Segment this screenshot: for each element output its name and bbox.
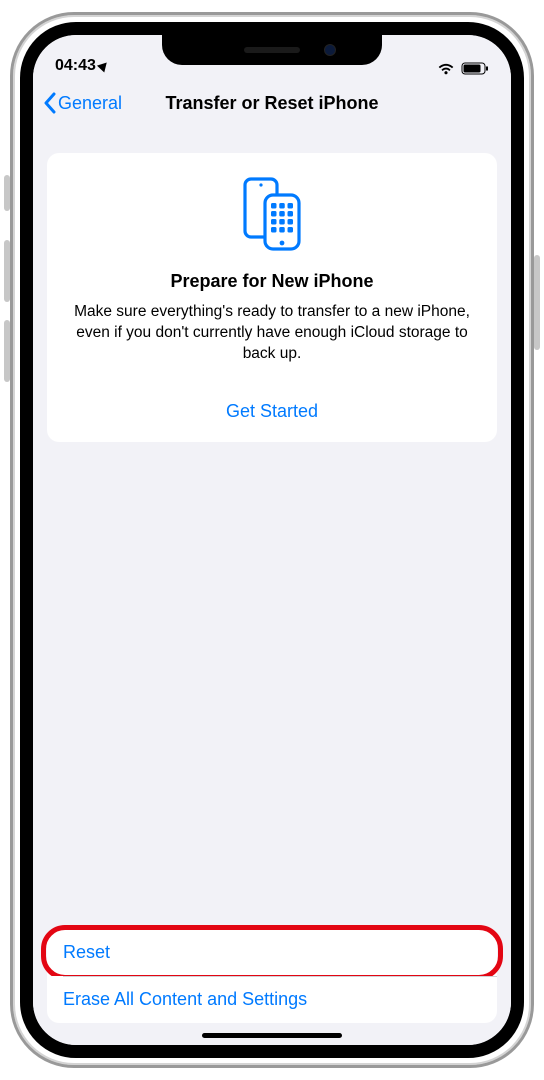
erase-all-button[interactable]: Erase All Content and Settings <box>47 976 497 1023</box>
actions-list: Reset Erase All Content and Settings <box>47 929 497 1023</box>
battery-icon <box>461 62 489 75</box>
transfer-phones-icon <box>65 175 479 253</box>
reset-button[interactable]: Reset <box>47 929 497 976</box>
annotation-highlight <box>41 925 503 980</box>
prepare-title: Prepare for New iPhone <box>65 271 479 292</box>
chevron-left-icon <box>43 92 56 114</box>
volume-down-button <box>4 320 10 382</box>
front-camera <box>324 44 336 56</box>
volume-up-button <box>4 240 10 302</box>
back-label: General <box>58 93 122 114</box>
status-time: 04:43 <box>55 57 96 75</box>
speaker <box>244 47 300 53</box>
power-button <box>534 255 540 350</box>
page-title: Transfer or Reset iPhone <box>165 93 378 114</box>
prepare-card: Prepare for New iPhone Make sure everyth… <box>47 153 497 442</box>
screen: 04:43 Gen <box>20 22 524 1058</box>
navigation-bar: General Transfer or Reset iPhone <box>33 79 511 127</box>
erase-label: Erase All Content and Settings <box>63 989 307 1009</box>
silent-switch <box>4 175 10 211</box>
location-icon <box>97 59 110 72</box>
reset-label: Reset <box>63 942 110 962</box>
get-started-button[interactable]: Get Started <box>226 401 318 422</box>
notch <box>162 35 382 65</box>
content-area: Prepare for New iPhone Make sure everyth… <box>33 127 511 1045</box>
back-button[interactable]: General <box>43 92 122 114</box>
wifi-icon <box>437 62 455 75</box>
prepare-description: Make sure everything's ready to transfer… <box>65 302 479 365</box>
home-indicator[interactable] <box>202 1033 342 1038</box>
